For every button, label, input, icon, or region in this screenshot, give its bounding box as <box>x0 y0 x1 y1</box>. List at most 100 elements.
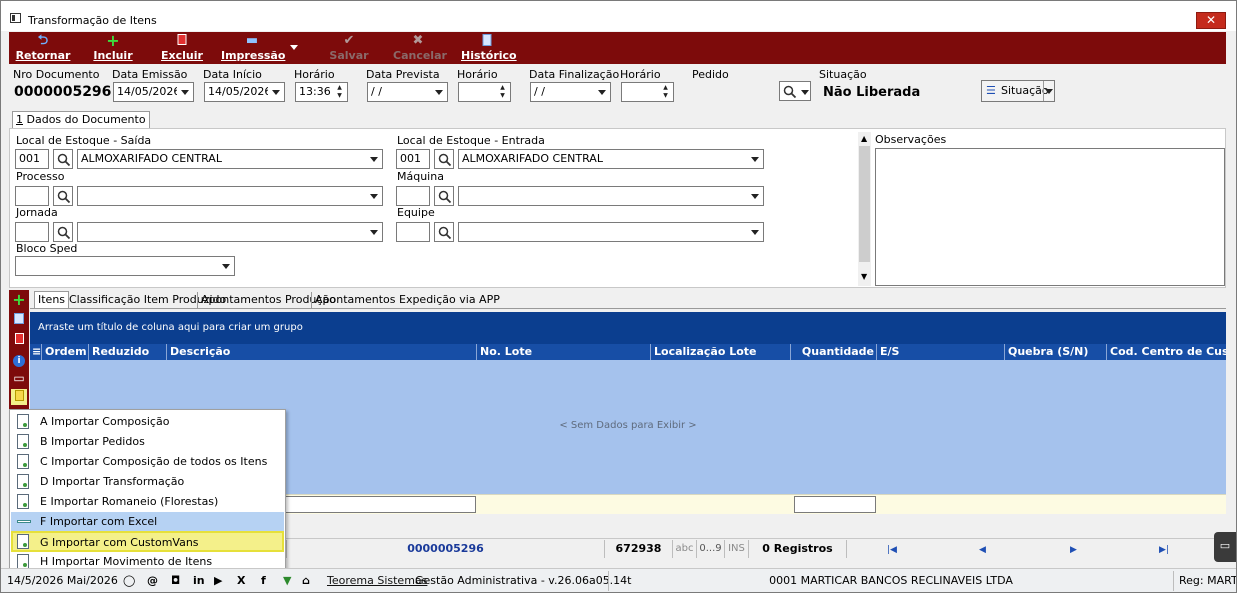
chevron-down-icon[interactable] <box>431 84 446 100</box>
horario3-field[interactable]: ▲ ▼ <box>621 82 674 102</box>
close-button[interactable]: ✕ <box>1196 12 1226 29</box>
col-quantidade[interactable]: Quantidade <box>791 344 877 360</box>
info-icon[interactable]: i <box>11 351 27 367</box>
maquina-code[interactable] <box>396 186 430 206</box>
equipe-search[interactable] <box>434 222 454 242</box>
menu-item-importar-romaneio[interactable]: E Importar Romaneio (Florestas) <box>11 492 284 511</box>
data-inicio-field[interactable]: 14/05/2026 <box>204 82 285 102</box>
company-link[interactable]: Teorema Sistemas <box>327 571 427 591</box>
horario-field[interactable]: 13:36 ▲ ▼ <box>295 82 348 102</box>
book-icon[interactable]: ▭ <box>11 370 27 386</box>
chevron-down-icon[interactable] <box>218 258 233 274</box>
local-saida-select[interactable]: ALMOXARIFADO CENTRAL <box>77 149 383 169</box>
youtube-icon[interactable]: ▶ <box>214 574 222 587</box>
grid-group-panel[interactable]: Arraste um título de coluna aqui para cr… <box>30 312 1226 344</box>
processo-select[interactable] <box>77 186 383 206</box>
local-saida-code[interactable]: 001 <box>15 149 49 169</box>
local-saida-search[interactable] <box>53 149 73 169</box>
chevron-down-icon[interactable] <box>366 151 381 167</box>
equipe-select[interactable] <box>458 222 764 242</box>
last-record-icon[interactable]: ▶| <box>1159 542 1169 559</box>
tab-itens[interactable]: Itens <box>34 291 70 308</box>
linkedin-icon[interactable]: in <box>193 574 205 587</box>
menu-item-importar-composicao-todos[interactable]: C Importar Composição de todos os Itens <box>11 452 284 471</box>
col-ordem[interactable]: Ordem <box>42 344 89 360</box>
add-item-icon[interactable]: + <box>11 292 27 308</box>
salvar-button[interactable]: ✔ Salvar <box>327 32 371 64</box>
chevron-down-icon[interactable] <box>268 84 283 100</box>
previous-record-icon[interactable]: ◀ <box>979 542 986 559</box>
side-panel-toggle[interactable]: ▭ <box>1214 532 1236 562</box>
data-emissao-field[interactable]: 14/05/2026 <box>113 82 194 102</box>
local-entrada-select[interactable]: ALMOXARIFADO CENTRAL <box>458 149 764 169</box>
chevron-down-icon <box>801 90 809 95</box>
data-finalizacao-field[interactable]: / / <box>530 82 611 102</box>
retornar-button[interactable]: ⮌ Retornar <box>15 32 71 64</box>
menu-item-importar-composicao[interactable]: A Importar Composição <box>11 412 284 431</box>
import-document-icon[interactable] <box>11 389 27 405</box>
col-es[interactable]: E/S <box>877 344 1005 360</box>
chevron-down-icon[interactable] <box>177 84 192 100</box>
jornada-code[interactable] <box>15 222 49 242</box>
bloco-sped-select[interactable] <box>15 256 235 276</box>
chevron-down-icon[interactable]: ▼ <box>861 272 867 281</box>
edit-icon[interactable] <box>11 312 27 328</box>
menu-item-importar-transformacao[interactable]: D Importar Transformação <box>11 472 284 491</box>
col-quebra[interactable]: Quebra (S/N) <box>1005 344 1107 360</box>
local-entrada-code[interactable]: 001 <box>396 149 430 169</box>
chevron-down-icon[interactable] <box>594 84 609 100</box>
next-record-icon[interactable]: ▶ <box>1070 542 1077 559</box>
first-record-icon[interactable]: |◀ <box>887 542 897 559</box>
column-chooser-icon[interactable]: ≡ <box>30 344 42 360</box>
email-at-icon[interactable]: @ <box>147 574 158 587</box>
col-no-lote[interactable]: No. Lote <box>477 344 651 360</box>
chevron-down-icon[interactable] <box>747 188 762 204</box>
jornada-search[interactable] <box>53 222 73 242</box>
maquina-search[interactable] <box>434 186 454 206</box>
menu-item-importar-customvans[interactable]: G Importar com CustomVans <box>11 531 284 552</box>
spinner-icon[interactable]: ▲ ▼ <box>659 84 672 100</box>
historico-button[interactable]: Histórico <box>461 32 517 64</box>
maquina-select[interactable] <box>458 186 764 206</box>
scroll-up-icon[interactable]: ▲ <box>861 134 867 143</box>
observacoes-textarea[interactable] <box>875 148 1225 286</box>
impressao-button[interactable]: ▬ Impressão <box>221 32 285 64</box>
tab-apontamentos-expedicao-app[interactable]: Apontamentos Expedição via APP <box>311 292 503 309</box>
col-cod-centro-custo[interactable]: Cod. Centro de Custo <box>1107 344 1226 360</box>
whatsapp-icon[interactable]: ◯ <box>123 574 135 587</box>
chevron-down-icon[interactable] <box>747 151 762 167</box>
col-localizacao-lote[interactable]: Localização Lote <box>651 344 791 360</box>
chevron-down-icon[interactable] <box>1045 89 1053 94</box>
form-scrollbar[interactable]: ▲ ▼ <box>858 132 871 286</box>
scrollbar-thumb[interactable] <box>859 146 870 262</box>
local-entrada-search[interactable] <box>434 149 454 169</box>
tab-dados-documento[interactable]: 1 Dados do Documento <box>12 111 150 128</box>
status-version: Gestão Administrativa - v.26.06a05.14t <box>415 574 632 587</box>
cancelar-button[interactable]: ✖ Cancelar <box>393 32 447 64</box>
instagram-icon[interactable]: ◘ <box>171 574 180 587</box>
incluir-button[interactable]: + Incluir <box>91 32 135 64</box>
menu-item-importar-excel[interactable]: F Importar com Excel <box>11 512 284 531</box>
delete-icon[interactable] <box>11 332 27 348</box>
search-icon <box>438 153 452 167</box>
horario2-field[interactable]: ▲ ▼ <box>458 82 511 102</box>
data-prevista-field[interactable]: / / <box>367 82 448 102</box>
chevron-down-icon[interactable] <box>366 188 381 204</box>
equipe-code[interactable] <box>396 222 430 242</box>
jornada-select[interactable] <box>77 222 383 242</box>
spinner-icon[interactable]: ▲ ▼ <box>496 84 509 100</box>
situacao-search-button[interactable] <box>779 81 811 101</box>
menu-item-importar-pedidos[interactable]: B Importar Pedidos <box>11 432 284 451</box>
processo-code[interactable] <box>15 186 49 206</box>
chevron-down-icon[interactable] <box>747 224 762 240</box>
col-reduzido[interactable]: Reduzido <box>89 344 167 360</box>
facebook-icon[interactable]: f <box>261 574 266 587</box>
excluir-button[interactable]: Excluir <box>159 32 205 64</box>
impressao-dropdown[interactable] <box>287 32 301 64</box>
spinner-icon[interactable]: ▲ ▼ <box>333 84 346 100</box>
chevron-down-icon[interactable] <box>366 224 381 240</box>
x-twitter-icon[interactable]: X <box>237 574 245 587</box>
situacao-button[interactable]: ☰ Situação <box>981 80 1055 102</box>
col-descricao[interactable]: Descrição <box>167 344 477 360</box>
processo-search[interactable] <box>53 186 73 206</box>
